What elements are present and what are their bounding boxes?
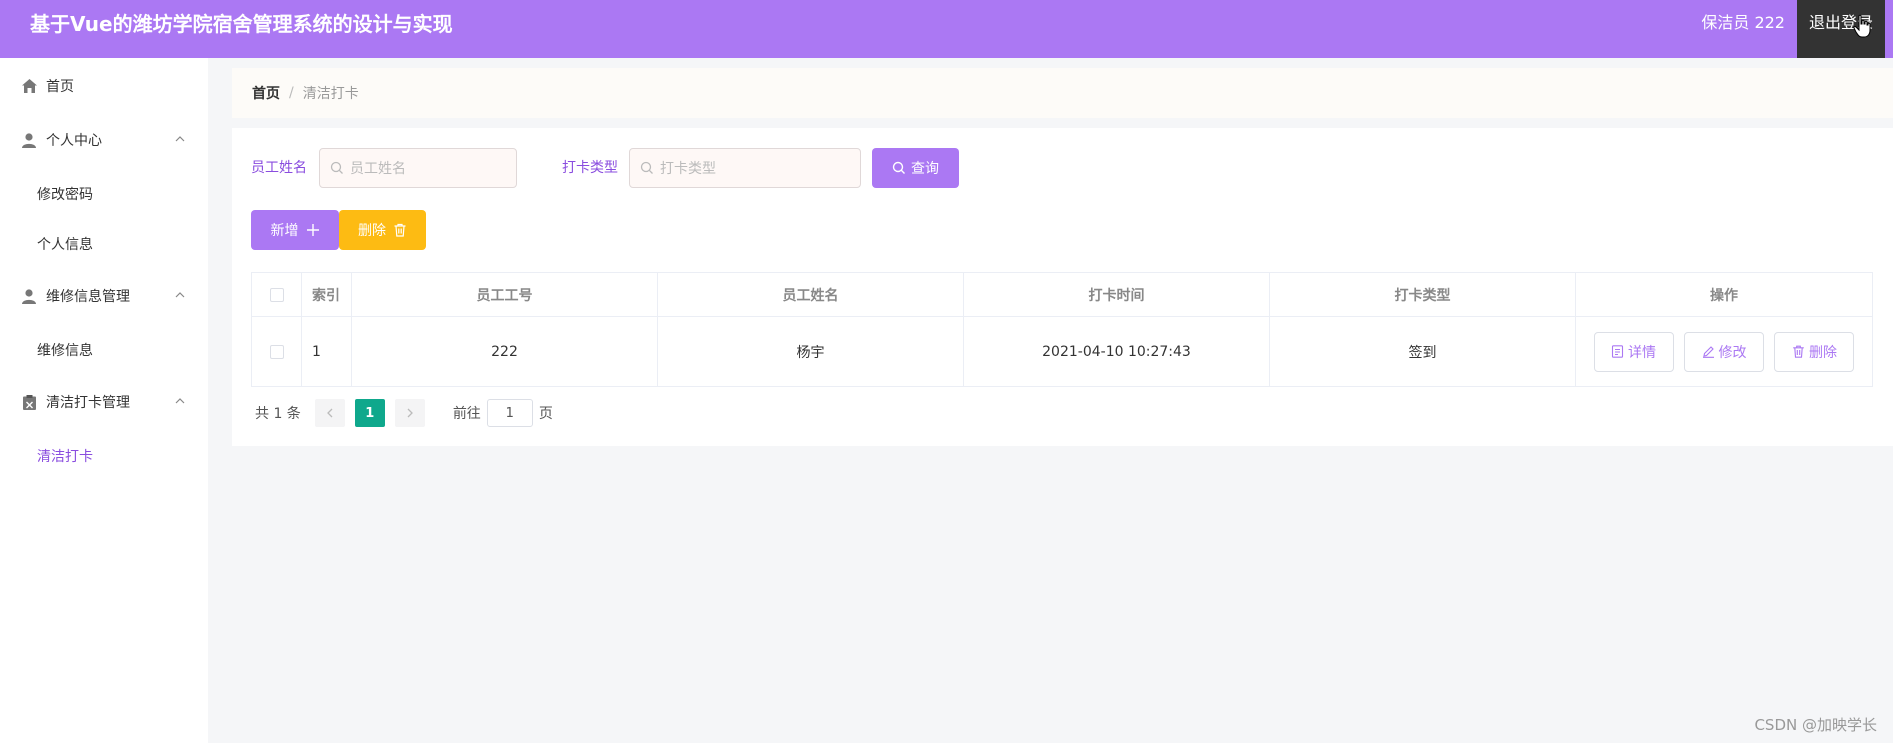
- search-icon: [892, 161, 905, 174]
- hand-cursor-icon: [1853, 14, 1871, 38]
- cell-employee-id: 222: [351, 316, 658, 387]
- cell-checkin-type: 签到: [1269, 316, 1576, 387]
- column-header: 员工工号: [351, 272, 658, 317]
- breadcrumb-current: 清洁打卡: [302, 86, 359, 102]
- employee-name-placeholder: 员工姓名: [350, 161, 406, 177]
- clipboard-icon: [21, 394, 37, 410]
- cell-operations: 详情 修改 删除: [1575, 316, 1873, 387]
- employee-name-input[interactable]: 员工姓名: [319, 148, 517, 188]
- cell-checkin-time: 2021-04-10 10:27:43: [963, 316, 1270, 387]
- sidebar-item-repair-info[interactable]: 维修信息: [0, 330, 208, 370]
- cell-employee-name: 杨宇: [657, 316, 964, 387]
- pagination: 共 1 条 1 前往 页: [255, 398, 553, 428]
- sidebar-item-cleaning-management[interactable]: 清洁打卡管理: [0, 382, 208, 422]
- user-icon: [21, 132, 37, 148]
- checkin-type-input[interactable]: 打卡类型: [629, 148, 861, 188]
- sidebar: 首页 个人中心 修改密码 个人信息 维修信息管理 维修信息 清洁打卡管理 清洁打…: [0, 58, 208, 743]
- delete-button[interactable]: 删除: [1774, 331, 1855, 372]
- search-icon: [330, 161, 343, 174]
- home-icon: [21, 78, 37, 94]
- edit-button-label: 修改: [1718, 344, 1747, 361]
- sidebar-item-label: 清洁打卡管理: [46, 395, 130, 411]
- column-header: 操作: [1575, 272, 1873, 317]
- app-title: 基于Vue的潍坊学院宿舍管理系统的设计与实现: [30, 12, 453, 36]
- sidebar-item-label: 维修信息管理: [46, 289, 130, 305]
- employee-name-label: 员工姓名: [251, 160, 307, 176]
- prev-page-button[interactable]: [314, 399, 345, 427]
- next-page-button[interactable]: [394, 399, 425, 427]
- chevron-up-icon: [175, 292, 185, 298]
- checkin-type-placeholder: 打卡类型: [660, 161, 716, 177]
- row-checkbox[interactable]: [269, 344, 284, 359]
- breadcrumb-home[interactable]: 首页: [252, 83, 280, 103]
- select-all-checkbox[interactable]: [269, 287, 284, 302]
- user-icon: [21, 288, 37, 304]
- page-number[interactable]: 1: [354, 399, 385, 427]
- sidebar-item-repair-management[interactable]: 维修信息管理: [0, 276, 208, 316]
- main-panel: 员工姓名 员工姓名 打卡类型 打卡类型 查询 新增 删除 索引 员工工号 员工姓…: [232, 128, 1893, 446]
- query-button[interactable]: 查询: [872, 148, 959, 188]
- column-header: 打卡类型: [1269, 272, 1576, 317]
- chevron-right-icon: [407, 408, 413, 418]
- search-icon: [640, 161, 653, 174]
- column-header: 索引: [301, 272, 352, 317]
- table-header-row: 索引 员工工号 员工姓名 打卡时间 打卡类型 操作: [251, 272, 1873, 317]
- checkin-table: 索引 员工工号 员工姓名 打卡时间 打卡类型 操作 1 222 杨宇 2021-…: [251, 272, 1873, 387]
- sidebar-item-label: 个人中心: [46, 133, 102, 149]
- chevron-up-icon: [175, 398, 185, 404]
- batch-delete-button-label: 删除: [358, 223, 386, 239]
- breadcrumb: 首页 / 清洁打卡: [232, 68, 1893, 118]
- add-button-label: 新增: [270, 223, 299, 239]
- chevron-up-icon: [175, 136, 185, 142]
- detail-button-label: 详情: [1628, 344, 1657, 361]
- batch-delete-button[interactable]: 删除: [339, 210, 426, 250]
- pagination-total: 共 1 条: [255, 406, 301, 422]
- trash-icon: [1793, 345, 1804, 358]
- detail-button[interactable]: 详情: [1593, 331, 1674, 372]
- sidebar-item-change-password[interactable]: 修改密码: [0, 174, 208, 214]
- plus-icon: [306, 224, 319, 236]
- edit-icon: [1702, 346, 1714, 358]
- breadcrumb-separator: /: [289, 85, 294, 101]
- column-header: 员工姓名: [657, 272, 964, 317]
- header-select-all[interactable]: [251, 272, 302, 317]
- sidebar-item-cleaning-checkin[interactable]: 清洁打卡: [0, 436, 208, 476]
- checkin-type-label: 打卡类型: [562, 160, 618, 176]
- row-select-cell[interactable]: [251, 316, 302, 387]
- delete-button-label: 删除: [1808, 344, 1837, 361]
- trash-icon: [394, 223, 406, 237]
- logout-button[interactable]: 退出登录: [1797, 0, 1885, 58]
- goto-page-input[interactable]: [486, 399, 533, 427]
- edit-button[interactable]: 修改: [1684, 331, 1764, 372]
- chevron-left-icon: [326, 408, 333, 418]
- goto-label: 前往: [452, 406, 481, 422]
- column-header: 打卡时间: [963, 272, 1270, 317]
- table-row: 1 222 杨宇 2021-04-10 10:27:43 签到 详情 修改 删除: [251, 316, 1873, 387]
- sidebar-item-personal-center[interactable]: 个人中心: [0, 120, 208, 160]
- sidebar-item-home[interactable]: 首页: [0, 66, 208, 106]
- top-header: 基于Vue的潍坊学院宿舍管理系统的设计与实现 保洁员 222 退出登录: [0, 0, 1893, 58]
- query-button-label: 查询: [911, 161, 939, 177]
- current-user: 保洁员 222: [1701, 13, 1785, 32]
- add-button[interactable]: 新增: [251, 210, 339, 250]
- sidebar-item-label: 首页: [46, 79, 74, 95]
- watermark: CSDN @加映学长: [1754, 716, 1877, 734]
- sidebar-item-personal-info[interactable]: 个人信息: [0, 224, 208, 264]
- document-icon: [1611, 345, 1624, 358]
- page-unit-label: 页: [538, 406, 553, 422]
- cell-index: 1: [301, 316, 352, 387]
